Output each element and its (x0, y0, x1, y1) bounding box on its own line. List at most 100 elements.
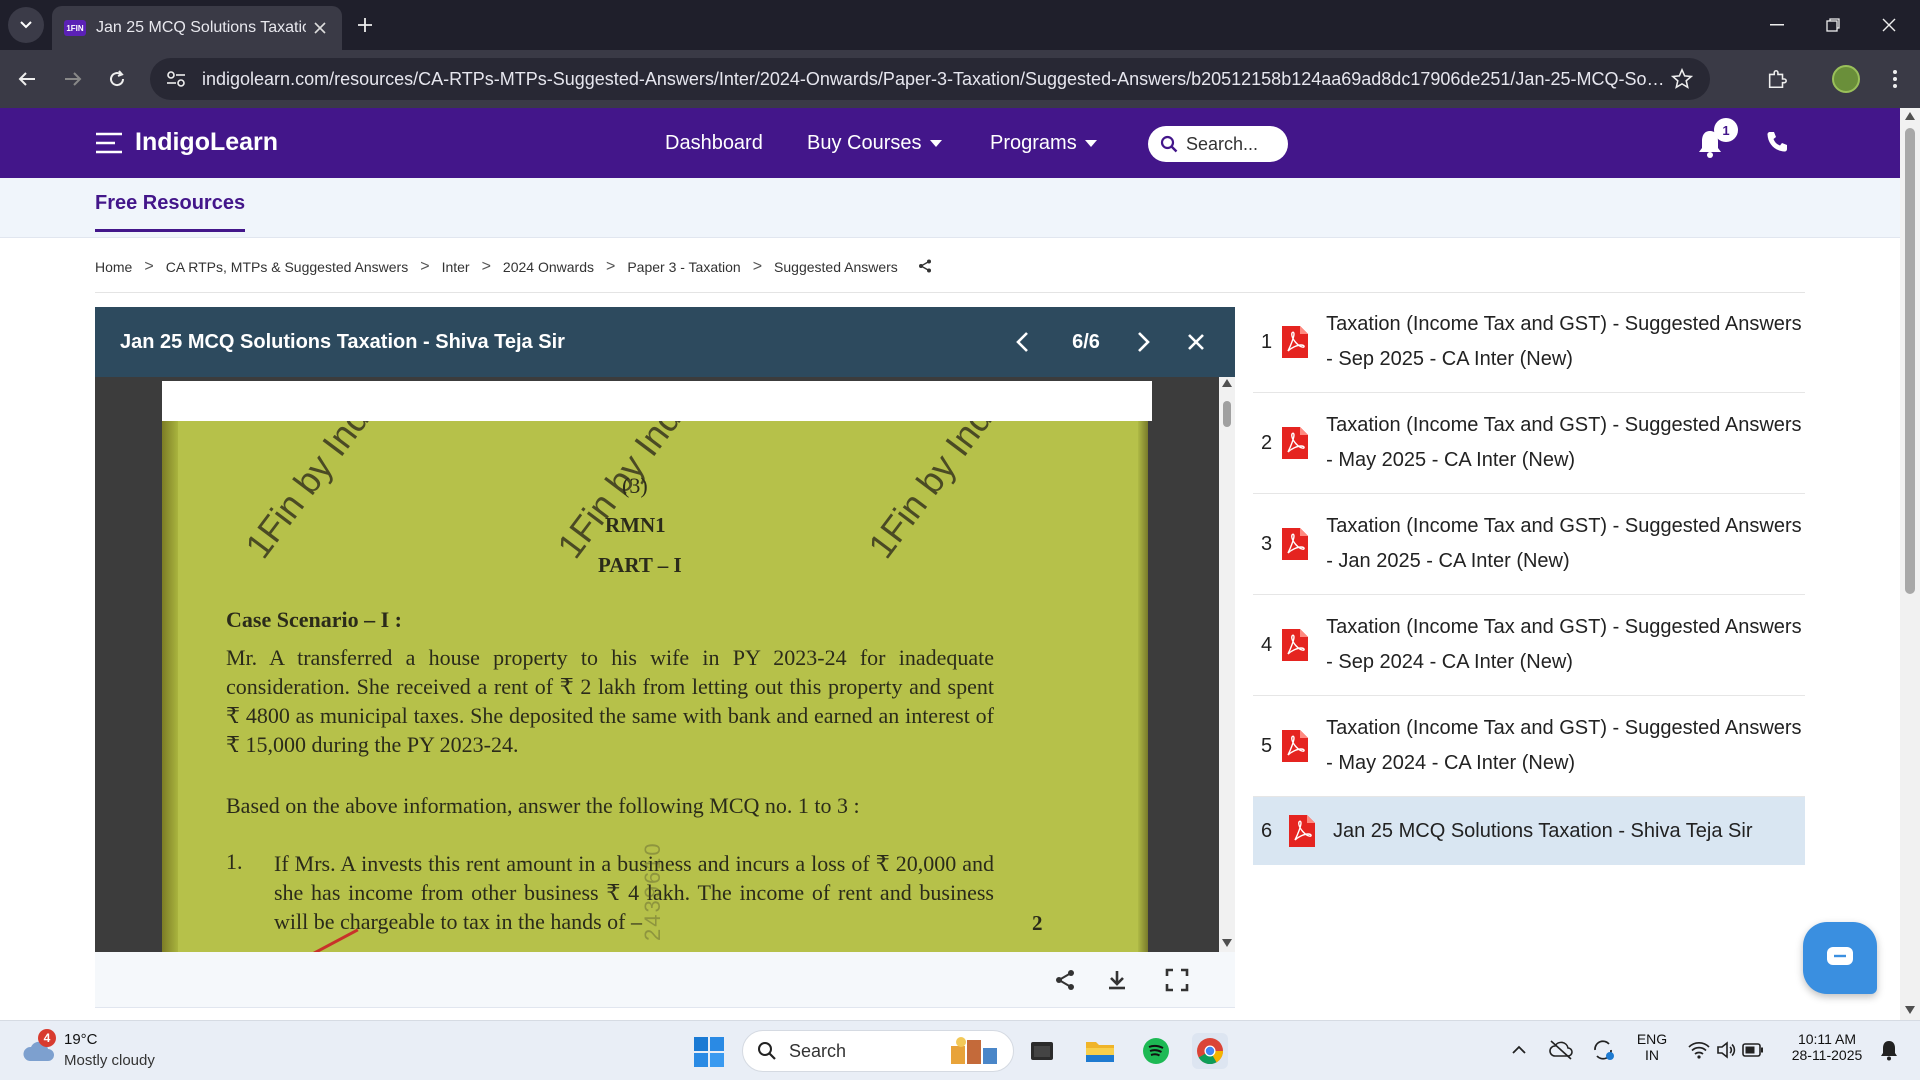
breadcrumb-2024-onwards[interactable]: 2024 Onwards (503, 259, 594, 275)
browser-tab-bar: 1FIN Jan 25 MCQ Solutions Taxation (0, 0, 1920, 50)
taskbar-app-chrome[interactable] (1192, 1033, 1228, 1069)
phone-button[interactable] (1765, 130, 1791, 156)
pdf-icon (1282, 629, 1309, 661)
scroll-up-arrow-icon[interactable] (1905, 112, 1915, 120)
window-close-button[interactable] (1866, 8, 1912, 42)
taskbar-search[interactable]: Search (742, 1030, 1014, 1072)
breadcrumb-inter[interactable]: Inter (442, 259, 470, 275)
previous-page-button[interactable] (1007, 325, 1037, 359)
chevron-right-icon (1138, 332, 1150, 352)
browser-menu-button[interactable] (1880, 64, 1910, 94)
forward-button[interactable] (56, 62, 90, 96)
url-text[interactable]: indigolearn.com/resources/CA-RTPs-MTPs-S… (202, 69, 1668, 90)
reload-button[interactable] (100, 62, 134, 96)
restore-icon (1826, 18, 1840, 32)
list-item[interactable]: 1 Taxation (Income Tax and GST) - Sugges… (1253, 292, 1805, 393)
page-scrollbar[interactable] (1900, 108, 1920, 1020)
plus-icon (358, 18, 372, 32)
taskbar-search-label: Search (789, 1040, 847, 1061)
share-document-button[interactable] (1051, 966, 1079, 994)
scrollbar-thumb[interactable] (1223, 401, 1231, 427)
share-icon (918, 259, 931, 273)
battery-icon (1742, 1043, 1763, 1057)
network-volume-battery[interactable] (1684, 1035, 1768, 1065)
site-info-icon[interactable] (164, 67, 188, 91)
minimize-button[interactable] (1754, 8, 1800, 42)
back-button[interactable] (10, 62, 44, 96)
fullscreen-button[interactable] (1163, 966, 1191, 994)
pdf-scrollbar[interactable] (1219, 377, 1235, 952)
restore-button[interactable] (1810, 8, 1856, 42)
tab-close-button[interactable] (310, 18, 330, 38)
mcq-instruction: Based on the above information, answer t… (226, 793, 860, 818)
scroll-up-arrow-icon[interactable] (1222, 379, 1232, 387)
breadcrumb-home[interactable]: Home (95, 259, 132, 275)
onedrive-status-button[interactable] (1546, 1035, 1576, 1065)
breadcrumb-separator: > (144, 258, 154, 275)
nav-dashboard[interactable]: Dashboard (665, 132, 763, 155)
document-part-heading: PART – I (598, 553, 682, 577)
breadcrumb-separator: > (481, 258, 491, 275)
breadcrumb-paper-3[interactable]: Paper 3 - Taxation (627, 259, 740, 275)
scroll-down-arrow-icon[interactable] (1905, 1006, 1915, 1014)
pdf-viewport[interactable]: 1Fin by Indigo 1Fin by Indigo 1Fin by In… (95, 377, 1219, 952)
breadcrumb-share-button[interactable] (918, 259, 934, 275)
document-page-number: (3) (622, 473, 648, 498)
list-item-title: Taxation (Income Tax and GST) - Suggeste… (1326, 616, 1802, 673)
new-tab-button[interactable] (352, 12, 378, 38)
site-search-input[interactable]: Search... (1148, 126, 1288, 162)
close-viewer-button[interactable] (1181, 325, 1211, 359)
extensions-button[interactable] (1762, 64, 1792, 94)
search-highlight-icon (951, 1037, 997, 1064)
profile-avatar[interactable] (1832, 65, 1860, 93)
tab-free-resources[interactable]: Free Resources (95, 192, 246, 232)
scrollbar-thumb[interactable] (1905, 128, 1915, 594)
scroll-down-arrow-icon[interactable] (1222, 939, 1232, 947)
address-bar[interactable]: indigolearn.com/resources/CA-RTPs-MTPs-S… (150, 58, 1710, 100)
list-item[interactable]: 2 Taxation (Income Tax and GST) - Sugges… (1253, 393, 1805, 494)
language-indicator[interactable]: ENG IN (1632, 1031, 1672, 1063)
list-item[interactable]: 5 Taxation (Income Tax and GST) - Sugges… (1253, 696, 1805, 797)
clock[interactable]: 10:11 AM 28-11-2025 (1782, 1031, 1872, 1063)
taskbar-app-spotify[interactable] (1138, 1033, 1174, 1069)
hamburger-menu-button[interactable] (95, 132, 123, 154)
notification-center-button[interactable] (1874, 1035, 1904, 1065)
chevron-left-icon (1016, 332, 1028, 352)
sub-navigation: Free Resources (0, 178, 1900, 238)
download-button[interactable] (1103, 966, 1131, 994)
clock-date: 28-11-2025 (1791, 1047, 1863, 1063)
chat-button[interactable] (1803, 922, 1877, 994)
viewer-footer (95, 952, 1235, 1008)
chat-icon (1827, 947, 1853, 965)
list-item[interactable]: 3 Taxation (Income Tax and GST) - Sugges… (1253, 494, 1805, 595)
breadcrumb-rtps[interactable]: CA RTPs, MTPs & Suggested Answers (166, 259, 409, 275)
phone-icon (1767, 132, 1787, 152)
nav-programs[interactable]: Programs (990, 132, 1097, 155)
chevron-down-icon (20, 21, 32, 29)
browser-tab-active[interactable]: 1FIN Jan 25 MCQ Solutions Taxation (52, 6, 342, 50)
more-vertical-icon (1893, 70, 1897, 88)
breadcrumb-separator: > (752, 258, 763, 275)
start-button[interactable] (694, 1037, 724, 1067)
list-item-active[interactable]: 6 Jan 25 MCQ Solutions Taxation - Shiva … (1253, 797, 1805, 865)
tab-search-button[interactable] (8, 7, 44, 43)
question-number: 1. (226, 849, 243, 874)
viewer-header: Jan 25 MCQ Solutions Taxation - Shiva Te… (95, 307, 1235, 377)
bookmark-star-button[interactable] (1668, 65, 1696, 93)
site-favicon-icon: 1FIN (64, 20, 86, 36)
page-shadow-left (162, 421, 178, 952)
weather-description: Mostly cloudy (64, 1052, 155, 1069)
reload-icon (110, 70, 125, 87)
breadcrumb-suggested-answers[interactable]: Suggested Answers (774, 259, 898, 275)
site-header: IndigoLearn Dashboard Buy Courses Progra… (0, 108, 1900, 178)
sync-status-button[interactable] (1588, 1035, 1618, 1065)
taskbar-app-file-explorer[interactable] (1082, 1033, 1118, 1069)
list-item[interactable]: 4 Taxation (Income Tax and GST) - Sugges… (1253, 595, 1805, 696)
list-item-title: Taxation (Income Tax and GST) - Suggeste… (1326, 717, 1802, 774)
nav-buy-courses[interactable]: Buy Courses (807, 132, 942, 155)
watermark-text: 1Fin by Indigo (860, 421, 1029, 566)
next-page-button[interactable] (1129, 325, 1159, 359)
brand-logo-text[interactable]: IndigoLearn (135, 128, 278, 157)
show-hidden-icons-button[interactable] (1504, 1035, 1534, 1065)
taskbar-app-terminal[interactable] (1024, 1033, 1060, 1069)
